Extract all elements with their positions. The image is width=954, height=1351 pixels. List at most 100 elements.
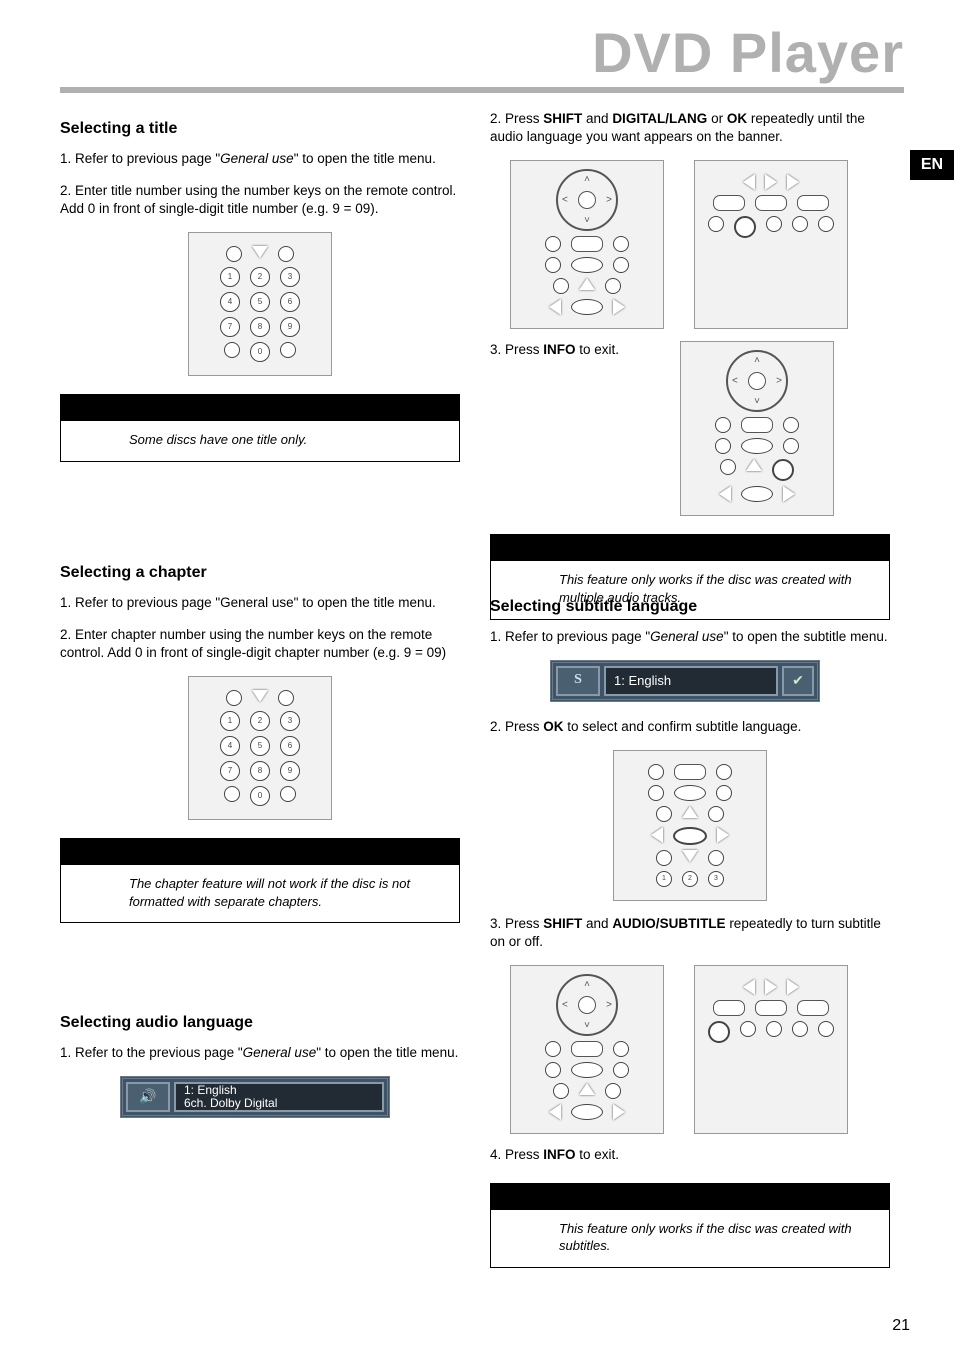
text-italic: General use	[220, 151, 294, 166]
ok-button-icon	[571, 1104, 603, 1120]
text: or	[707, 111, 727, 126]
digit-1: 1	[220, 711, 240, 731]
remote-button	[792, 216, 808, 232]
para: 1. Refer to previous page "General use" …	[60, 150, 460, 168]
jog-dial-icon: ˄˅˂˃	[556, 169, 618, 231]
digit-8: 8	[250, 761, 270, 781]
highlighted-button	[708, 1021, 730, 1043]
text: 4. Press	[490, 1147, 543, 1162]
heading-selecting-title: Selecting a title	[60, 118, 460, 140]
digit-6: 6	[280, 292, 300, 312]
chevron-down-icon	[682, 850, 698, 862]
text: 2. Press	[490, 719, 543, 734]
chevron-down-icon	[252, 246, 268, 258]
chevron-right-icon	[783, 486, 795, 502]
para: 1. Refer to the previous page "General u…	[60, 1044, 460, 1062]
remote-button	[571, 1062, 603, 1078]
remote-button	[720, 459, 736, 475]
info-button-highlight	[772, 459, 794, 481]
chevron-up-icon	[746, 459, 762, 471]
key-info: INFO	[543, 1147, 575, 1162]
remote-button	[708, 216, 724, 232]
digit-1: 1	[656, 871, 672, 887]
remote-button	[715, 438, 731, 454]
key-shift: SHIFT	[543, 111, 582, 126]
note-text: The chapter feature will not work if the…	[61, 865, 459, 922]
chevron-up-icon	[579, 278, 595, 290]
text: " to open the title menu.	[294, 151, 436, 166]
note-text: This feature only works if the disc was …	[491, 1210, 889, 1267]
fast-forward-icon	[787, 979, 799, 995]
remote-button	[783, 438, 799, 454]
chevron-right-icon	[613, 1104, 625, 1120]
play-icon	[765, 979, 777, 995]
note-box: Some discs have one title only.	[60, 394, 460, 462]
remote-button	[716, 764, 732, 780]
stop-icon	[755, 1000, 787, 1016]
highlighted-button	[734, 216, 756, 238]
remote-button	[766, 1021, 782, 1037]
digit-5: 5	[250, 736, 270, 756]
digit-0: 0	[250, 342, 270, 362]
note-box: The chapter feature will not work if the…	[60, 838, 460, 923]
text: 3. Press	[490, 342, 543, 357]
heading-selecting-chapter: Selecting a chapter	[60, 562, 460, 584]
check-icon: ✔	[782, 666, 814, 696]
text: 2. Press	[490, 111, 543, 126]
heading-selecting-subtitle: Selecting subtitle language	[490, 596, 890, 618]
remote-button	[818, 216, 834, 232]
remote-button	[648, 785, 664, 801]
stop-icon	[755, 195, 787, 211]
remote-button	[545, 236, 561, 252]
remote-button	[613, 257, 629, 273]
text: to exit.	[576, 1147, 620, 1162]
fast-forward-icon	[787, 174, 799, 190]
osd-audio-banner: 🔊 1: English 6ch. Dolby Digital	[120, 1076, 390, 1118]
note-bar	[61, 839, 459, 865]
para: 2. Enter chapter number using the number…	[60, 626, 460, 662]
speaker-icon: 🔊	[126, 1082, 170, 1112]
record-icon	[713, 1000, 745, 1016]
title-rule	[60, 87, 904, 93]
digit-4: 4	[220, 292, 240, 312]
remote-button	[741, 417, 773, 433]
key-shift: SHIFT	[543, 916, 582, 931]
osd-line2: 6ch. Dolby Digital	[184, 1097, 374, 1110]
jog-dial-icon: ˄˅˂˃	[556, 974, 618, 1036]
remote-button	[613, 1062, 629, 1078]
text-italic: General use	[650, 629, 724, 644]
remote-button	[656, 806, 672, 822]
remote-button	[278, 246, 294, 262]
remote-button	[224, 786, 240, 802]
text: to select and confirm subtitle language.	[564, 719, 802, 734]
remote-button	[553, 278, 569, 294]
digit-6: 6	[280, 736, 300, 756]
remote-numpad-figure: 123 456 789 0	[188, 232, 332, 376]
note-bar	[61, 395, 459, 421]
skip-prev-icon	[571, 236, 603, 252]
remote-button	[545, 257, 561, 273]
remote-button	[783, 417, 799, 433]
text: 3. Press	[490, 916, 543, 931]
remote-transport-figure	[694, 160, 848, 329]
ok-button-highlight	[673, 827, 707, 845]
rewind-icon	[743, 979, 755, 995]
remote-button	[792, 1021, 808, 1037]
page-number: 21	[892, 1317, 910, 1335]
remote-button	[656, 850, 672, 866]
remote-button	[613, 236, 629, 252]
osd-text: 1: English 6ch. Dolby Digital	[174, 1082, 384, 1112]
remote-button	[674, 785, 706, 801]
digit-2: 2	[682, 871, 698, 887]
remote-button	[766, 216, 782, 232]
text: to exit.	[576, 342, 620, 357]
key-info: INFO	[543, 342, 575, 357]
key-audio-subtitle: AUDIO/SUBTITLE	[612, 916, 725, 931]
remote-button	[708, 850, 724, 866]
chevron-left-icon	[719, 486, 731, 502]
ok-button-icon	[571, 299, 603, 315]
text: and	[582, 111, 612, 126]
chevron-right-icon	[613, 299, 625, 315]
para: 4. Press INFO to exit.	[490, 1146, 890, 1164]
text: " to open the title menu.	[316, 1045, 458, 1060]
